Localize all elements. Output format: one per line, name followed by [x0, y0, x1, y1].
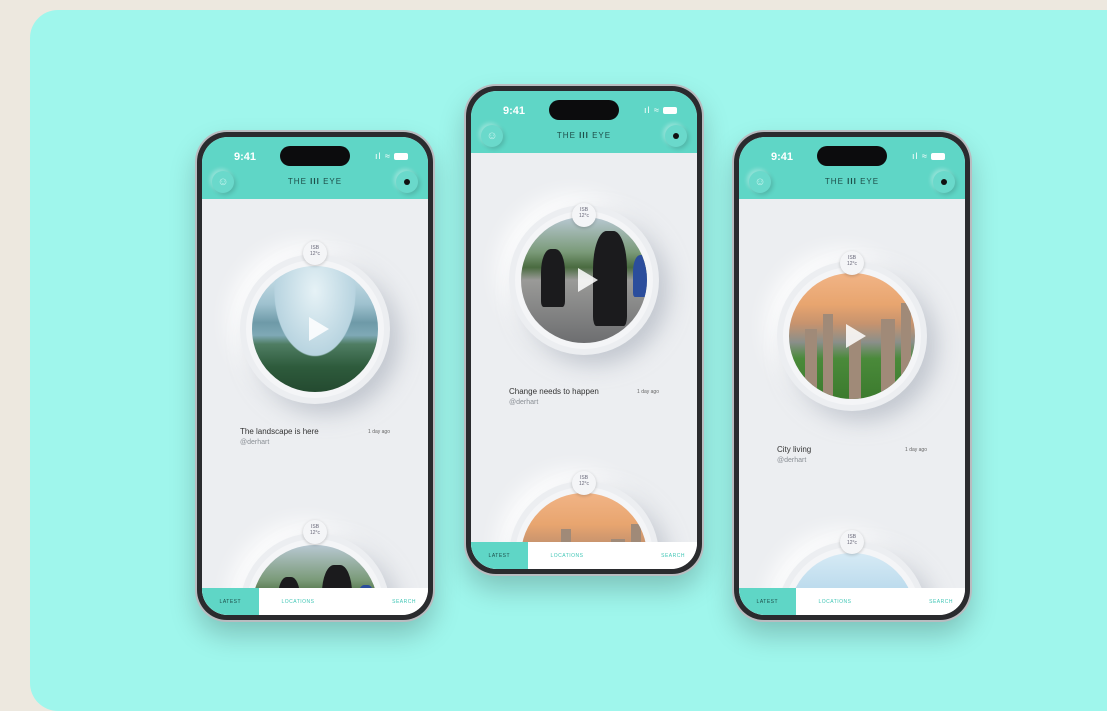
- phone-mockup-right: 9:41 ıl ≈ ☺ THE III EYE ISB 12°c City li…: [734, 132, 970, 620]
- tab-search[interactable]: SEARCH: [874, 588, 965, 615]
- battery-icon: [394, 153, 408, 161]
- post-time-ago: 1 day ago: [637, 389, 659, 395]
- status-time: 9:41: [503, 105, 526, 117]
- tab-latest[interactable]: LATEST: [471, 542, 528, 569]
- phone-screen: 9:41 ıl ≈ ☺ THE III EYE ISB 12°c Change n…: [471, 91, 697, 569]
- phone-screen: 9:41 ıl ≈ ☺ THE III EYE ISB 12°c The land…: [202, 137, 428, 615]
- play-icon[interactable]: [846, 324, 866, 348]
- post-caption: The landscape is here: [240, 427, 319, 436]
- status-icons: ıl ≈: [912, 151, 945, 161]
- record-button[interactable]: [933, 171, 955, 193]
- phone-mockup-center: 9:41 ıl ≈ ☺ THE III EYE ISB 12°c Change n…: [466, 86, 702, 574]
- brand-title: THE III EYE: [824, 177, 880, 186]
- tab-search[interactable]: SEARCH: [337, 588, 428, 615]
- post-card[interactable]: ISB 12°c Change needs to happen @derhart …: [495, 153, 673, 413]
- tab-locations[interactable]: LOCATIONS: [528, 542, 607, 569]
- play-icon[interactable]: [309, 317, 329, 341]
- post-caption: Change needs to happen: [509, 387, 599, 396]
- tab-locations[interactable]: LOCATIONS: [259, 588, 338, 615]
- status-time: 9:41: [234, 151, 257, 163]
- record-dot-icon: [404, 179, 410, 185]
- post-card[interactable]: ISB 12°c The landscape is here @derhart 1…: [226, 199, 404, 459]
- post-time-ago: 1 day ago: [368, 429, 390, 435]
- status-time: 9:41: [771, 151, 794, 163]
- post-card[interactable]: ISB 12°c City living @derhart 1 day ago: [763, 199, 941, 464]
- brand-title: THE III EYE: [556, 131, 612, 140]
- temperature-badge: ISB 12°c: [303, 241, 327, 265]
- post-media-skateboarders[interactable]: [515, 211, 653, 349]
- play-icon[interactable]: [578, 268, 598, 292]
- record-dot-icon: [673, 133, 679, 139]
- tab-bar: LATEST LOCATIONS SEARCH: [471, 542, 697, 569]
- app-header: 9:41 ıl ≈ ☺ THE III EYE: [202, 137, 428, 199]
- phone-screen: 9:41 ıl ≈ ☺ THE III EYE ISB 12°c City li…: [739, 137, 965, 615]
- next-post-card[interactable]: ISB 12°c: [495, 461, 673, 569]
- post-media-landscape[interactable]: [246, 260, 384, 398]
- dynamic-island: [549, 100, 619, 120]
- temperature-badge: ISB 12°c: [572, 471, 596, 495]
- tab-locations[interactable]: LOCATIONS: [796, 588, 875, 615]
- status-icons: ıl ≈: [375, 151, 408, 161]
- temperature-badge: ISB 12°c: [303, 520, 327, 544]
- temperature-badge: ISB 12°c: [572, 203, 596, 227]
- post-handle[interactable]: @derhart: [509, 399, 538, 406]
- brand-title: THE III EYE: [287, 177, 343, 186]
- post-handle[interactable]: @derhart: [777, 457, 806, 464]
- tab-latest[interactable]: LATEST: [739, 588, 796, 615]
- tab-latest[interactable]: LATEST: [202, 588, 259, 615]
- battery-icon: [931, 153, 945, 161]
- battery-icon: [663, 107, 677, 115]
- record-button[interactable]: [396, 171, 418, 193]
- temperature-badge: ISB 12°c: [840, 251, 864, 275]
- post-time-ago: 1 day ago: [905, 447, 927, 453]
- post-media-city[interactable]: [783, 267, 921, 405]
- showcase-background: 9:41 ıl ≈ ☺ THE III EYE ISB 12°c The land…: [30, 10, 1107, 711]
- tab-bar: LATEST LOCATIONS SEARCH: [202, 588, 428, 615]
- tab-search[interactable]: SEARCH: [606, 542, 697, 569]
- dynamic-island: [817, 146, 887, 166]
- status-icons: ıl ≈: [644, 105, 677, 115]
- phone-mockup-left: 9:41 ıl ≈ ☺ THE III EYE ISB 12°c The land…: [197, 132, 433, 620]
- post-caption: City living: [777, 445, 812, 454]
- dynamic-island: [280, 146, 350, 166]
- record-button[interactable]: [665, 125, 687, 147]
- tab-bar: LATEST LOCATIONS SEARCH: [739, 588, 965, 615]
- app-header: 9:41 ıl ≈ ☺ THE III EYE: [739, 137, 965, 199]
- record-dot-icon: [941, 179, 947, 185]
- temperature-badge: ISB 12°c: [840, 530, 864, 554]
- app-header: 9:41 ıl ≈ ☺ THE III EYE: [471, 91, 697, 153]
- post-handle[interactable]: @derhart: [240, 439, 269, 446]
